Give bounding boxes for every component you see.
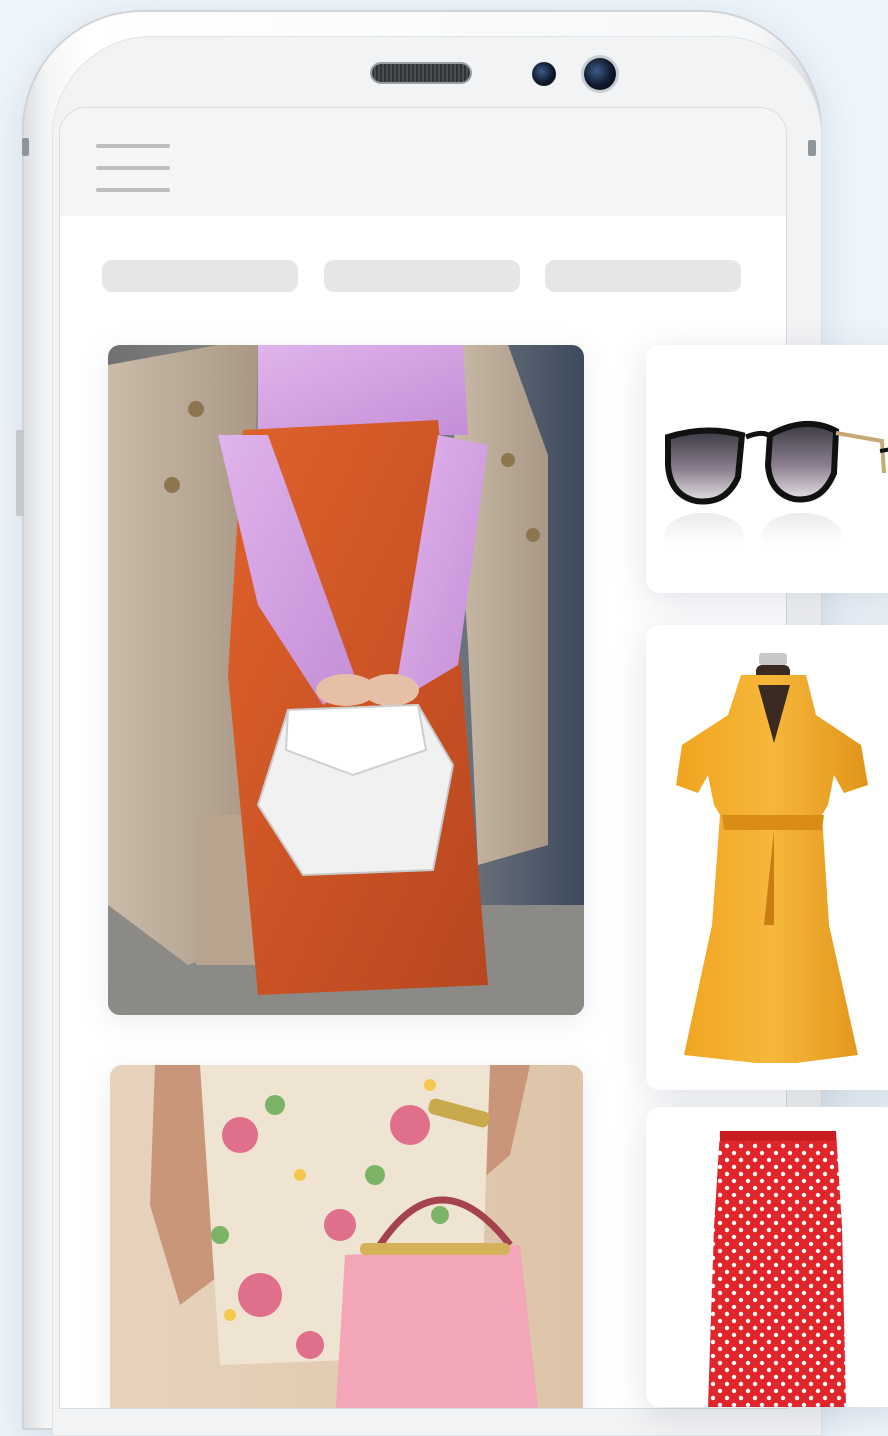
floral-photo-image <box>110 1065 583 1408</box>
volume-button <box>22 138 29 156</box>
product-card-yellow-dress[interactable] <box>646 625 888 1090</box>
floral-skirt-pink-bag-photo[interactable] <box>110 1065 583 1408</box>
app-bar <box>60 108 786 216</box>
front-camera-icon <box>584 58 616 90</box>
tab-placeholder-3[interactable] <box>545 260 741 292</box>
tab-placeholder-1[interactable] <box>102 260 298 292</box>
outfit-photo-image <box>108 345 584 1015</box>
street-style-outfit-photo[interactable] <box>108 345 584 1015</box>
earpiece-speaker <box>372 64 470 82</box>
hamburger-menu-icon[interactable] <box>96 144 172 196</box>
skirt-icon <box>708 1131 846 1407</box>
tab-placeholder-2[interactable] <box>324 260 520 292</box>
dress-icon <box>676 653 868 1063</box>
product-card-sunglasses[interactable] <box>646 345 888 593</box>
sunglasses-icon <box>664 420 888 557</box>
product-card-red-polka-skirt[interactable] <box>646 1107 888 1407</box>
side-button-right <box>808 140 816 156</box>
front-sensor-icon <box>532 62 556 86</box>
power-button <box>16 430 24 516</box>
